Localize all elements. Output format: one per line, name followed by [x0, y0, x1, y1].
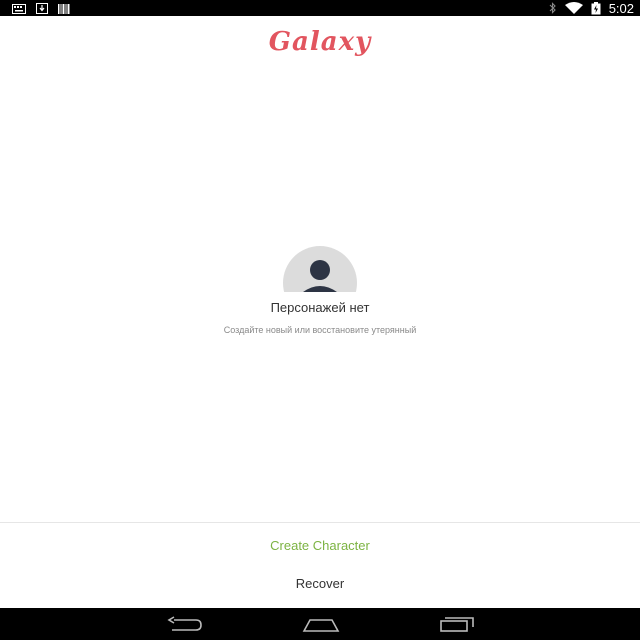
person-icon — [303, 260, 337, 292]
battery-icon — [591, 1, 601, 15]
avatar — [283, 246, 357, 292]
empty-state-title: Персонажей нет — [270, 300, 370, 315]
bluetooth-icon — [549, 2, 557, 14]
navigation-bar — [0, 608, 640, 640]
empty-state: Персонажей нет Создайте новый или восста… — [0, 246, 640, 335]
recover-button[interactable]: Recover — [0, 576, 640, 591]
notification-icons — [12, 3, 70, 14]
keyboard-notification-icon — [12, 3, 26, 14]
barcode-notification-icon — [58, 3, 70, 14]
empty-state-subtitle: Создайте новый или восстановите утерянны… — [223, 325, 417, 335]
app-header: Galaxy — [0, 20, 640, 64]
wifi-icon — [564, 2, 583, 14]
status-clock: 5:02 — [608, 0, 634, 16]
status-bar: 5:02 — [0, 0, 640, 16]
create-character-button[interactable]: Create Character — [0, 538, 640, 553]
system-icons: 5:02 — [549, 0, 634, 16]
home-icon[interactable] — [302, 616, 340, 637]
app-logo-title: Galaxy — [268, 27, 372, 57]
download-notification-icon — [36, 3, 48, 14]
recent-apps-icon[interactable] — [440, 616, 476, 637]
divider — [0, 522, 640, 523]
back-icon[interactable] — [166, 616, 202, 637]
